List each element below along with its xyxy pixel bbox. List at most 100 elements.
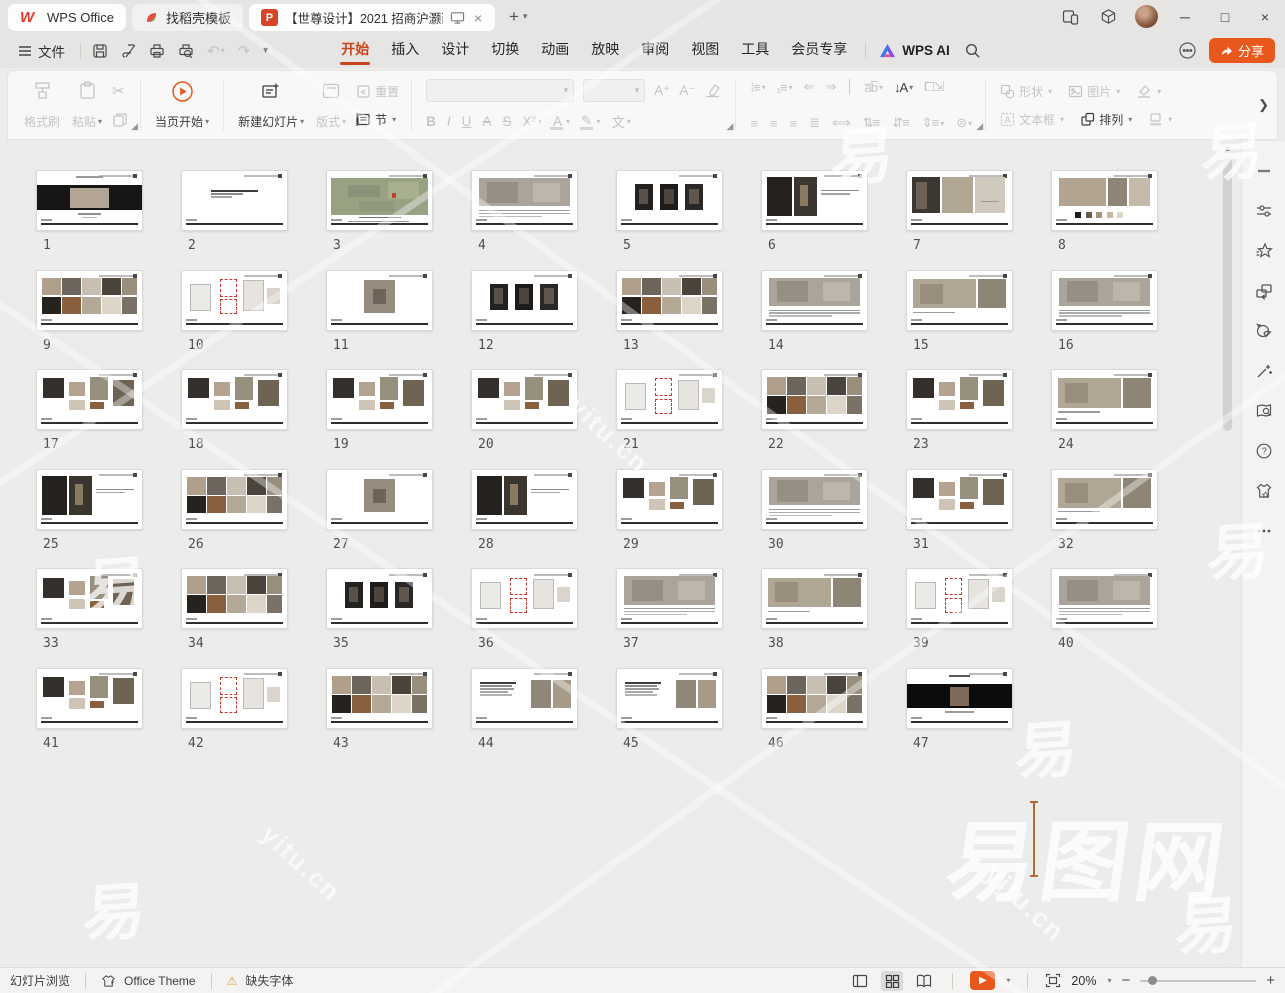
slide-thumbnail-9[interactable] <box>36 270 143 331</box>
ribbon-tab-视图[interactable]: 视图 <box>680 33 730 68</box>
line-spacing-icon[interactable]: ⇕≡▾ <box>922 115 944 131</box>
increase-font-icon[interactable]: A⁺ <box>654 83 670 99</box>
decrease-font-icon[interactable]: A⁻ <box>679 83 695 99</box>
paragraph-dialog-launcher-icon[interactable]: ◢ <box>976 121 983 132</box>
slide-thumbnail-16[interactable] <box>1051 270 1158 331</box>
slide-thumbnail-14[interactable] <box>761 270 868 331</box>
normal-view-icon[interactable] <box>849 971 871 991</box>
reading-view-icon[interactable] <box>913 971 935 991</box>
distribute-icon[interactable]: ⟺ <box>832 115 850 131</box>
outline-style-button[interactable]: ▾ <box>1148 108 1172 130</box>
convert-smartart-icon[interactable]: ⧠⇲ <box>924 79 943 95</box>
slide-thumbnail-30[interactable] <box>761 469 868 530</box>
copy-icon[interactable] <box>112 112 128 128</box>
present-monitor-icon[interactable] <box>450 11 465 25</box>
effects-icon[interactable] <box>1254 241 1274 260</box>
slide-thumbnail-21[interactable] <box>616 369 723 430</box>
wps-ai-button[interactable]: WPS AI <box>879 43 950 58</box>
slide-thumbnail-26[interactable] <box>181 469 288 530</box>
text-direction-icon[interactable]: a̅b̅▾ <box>864 80 881 95</box>
navigation-icon[interactable] <box>1254 401 1274 420</box>
redo-icon[interactable]: ↷ <box>238 42 251 60</box>
customize-qat-chevron-icon[interactable]: ▾ <box>263 45 268 56</box>
slide-thumbnail-18[interactable] <box>181 369 288 430</box>
skin-icon[interactable] <box>1254 481 1274 500</box>
slide-thumbnail-2[interactable] <box>181 170 288 231</box>
ribbon-expand-icon[interactable]: ❯ <box>1258 97 1269 113</box>
shapes-button[interactable]: 形状▾ <box>1000 80 1052 102</box>
align-objects-icon[interactable]: ⊜▾ <box>956 115 971 131</box>
slide-thumbnail-46[interactable] <box>761 668 868 729</box>
bullet-list-icon[interactable]: ⁞≡▾ <box>750 80 764 95</box>
slide-thumbnail-15[interactable] <box>906 270 1013 331</box>
slide-thumbnail-39[interactable] <box>906 568 1013 629</box>
align-right-icon[interactable]: ≡ <box>790 116 797 131</box>
font-size-combobox[interactable]: ▾ <box>583 79 645 102</box>
slide-thumbnail-5[interactable] <box>616 170 723 231</box>
play-options-chevron-icon[interactable]: ▾ <box>1006 976 1010 985</box>
minimize-button[interactable]: ─ <box>1165 0 1205 33</box>
scrollbar-thumb[interactable] <box>1223 156 1232 431</box>
highlight-color-icon[interactable]: ✎▾ <box>581 113 600 129</box>
share-button[interactable]: 分享 <box>1209 38 1275 63</box>
textbox-button[interactable]: A 文本框▾ <box>1000 108 1064 130</box>
help-icon[interactable]: ? <box>1254 441 1274 460</box>
ribbon-tab-审阅[interactable]: 审阅 <box>630 33 680 68</box>
slideshow-play-button[interactable]: ▶ <box>970 971 995 990</box>
slide-thumbnail-38[interactable] <box>761 568 868 629</box>
fit-window-icon[interactable] <box>1045 973 1061 988</box>
char-spacing-icon[interactable]: A <box>482 114 491 129</box>
print-preview-icon[interactable] <box>178 43 194 59</box>
maximize-button[interactable]: □ <box>1205 0 1245 33</box>
export-pdf-icon[interactable] <box>121 43 136 59</box>
slide-thumbnail-1[interactable] <box>36 170 143 231</box>
slide-thumbnail-7[interactable] <box>906 170 1013 231</box>
slide-thumbnail-33[interactable] <box>36 568 143 629</box>
slide-thumbnail-23[interactable] <box>906 369 1013 430</box>
collapse-handle-icon[interactable] <box>1254 161 1274 180</box>
slide-thumbnail-29[interactable] <box>616 469 723 530</box>
slide-thumbnail-47[interactable] <box>906 668 1013 729</box>
picture-button[interactable]: 图片▾ <box>1068 80 1120 102</box>
smart-tools-icon[interactable] <box>1254 361 1274 380</box>
ribbon-tab-开始[interactable]: 开始 <box>330 33 380 68</box>
save-icon[interactable] <box>92 43 108 59</box>
section-button[interactable]: 节▾ <box>356 108 399 130</box>
slide-thumbnail-20[interactable] <box>471 369 578 430</box>
slide-thumbnail-41[interactable] <box>36 668 143 729</box>
font-color-icon[interactable]: A▾ <box>553 114 570 129</box>
slide-thumbnail-43[interactable] <box>326 668 433 729</box>
missing-font-label[interactable]: 缺失字体 <box>245 972 293 989</box>
slide-thumbnail-3[interactable] <box>326 170 433 231</box>
underline-icon[interactable]: U <box>462 114 472 129</box>
slide-thumbnail-27[interactable] <box>326 469 433 530</box>
undo-icon[interactable]: ↶▾ <box>207 42 225 60</box>
format-painter-button[interactable]: 格式刷 <box>18 78 66 132</box>
properties-icon[interactable] <box>1254 201 1274 220</box>
reset-button[interactable]: 重置 <box>356 80 399 102</box>
theme-label[interactable]: Office Theme <box>124 974 196 988</box>
slide-thumbnail-40[interactable] <box>1051 568 1158 629</box>
ribbon-tab-放映[interactable]: 放映 <box>580 33 630 68</box>
slide-thumbnail-37[interactable] <box>616 568 723 629</box>
bold-icon[interactable]: B <box>426 114 436 129</box>
ribbon-tab-设计[interactable]: 设计 <box>430 33 480 68</box>
tab-document-active[interactable]: P 【世尊设计】2021 招商沪灏西 × <box>249 4 495 31</box>
close-tab-icon[interactable]: × <box>474 10 482 26</box>
print-icon[interactable] <box>149 43 165 59</box>
slide-sorter-view-icon[interactable] <box>881 971 903 991</box>
ribbon-tab-会员专享[interactable]: 会员专享 <box>780 33 858 68</box>
slide-switch-icon[interactable] <box>1254 281 1274 300</box>
slide-thumbnail-31[interactable] <box>906 469 1013 530</box>
row-spacing-up-icon[interactable]: ⇅≡ <box>863 115 879 131</box>
slide-sorter-canvas[interactable]: 1 2 3 4 <box>0 141 1240 967</box>
slide-thumbnail-6[interactable] <box>761 170 868 231</box>
zoom-slider-knob[interactable] <box>1148 976 1157 985</box>
new-tab-button[interactable]: + <box>509 7 519 27</box>
increase-indent-icon[interactable]: ⇒ <box>826 79 836 95</box>
slide-thumbnail-34[interactable] <box>181 568 288 629</box>
slide-thumbnail-4[interactable] <box>471 170 578 231</box>
more-icon[interactable] <box>1254 521 1274 540</box>
new-slide-button[interactable]: 新建幻灯片▾ <box>232 78 310 132</box>
phonetic-guide-icon[interactable]: 文▾ <box>611 111 631 131</box>
